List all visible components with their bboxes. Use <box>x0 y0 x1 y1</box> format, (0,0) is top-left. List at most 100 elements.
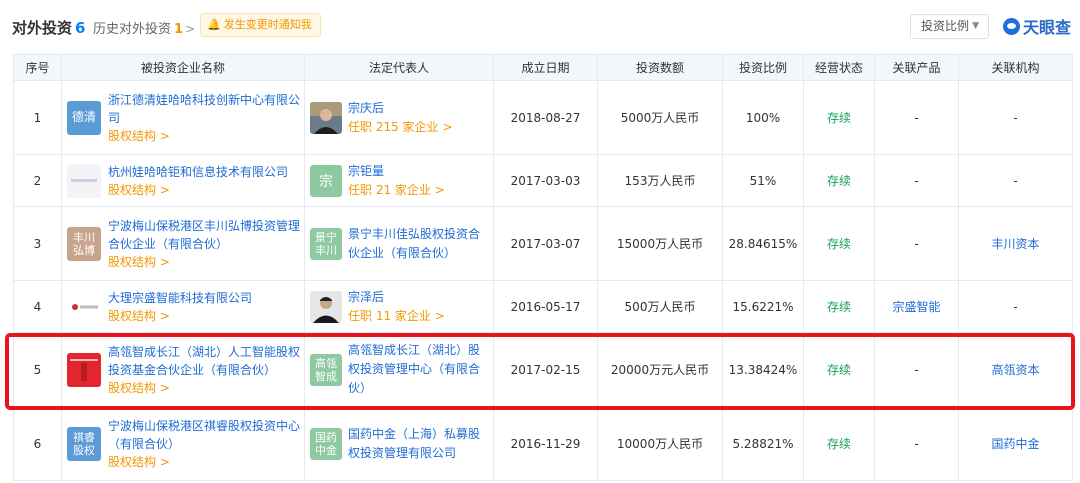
company-logo <box>67 163 101 198</box>
established-date: 2017-02-15 <box>493 332 598 407</box>
avatar <box>310 290 342 323</box>
company-cell: 丰川弘博 宁波梅山保税港区丰川弘博投资管理合伙企业（有限合伙） 股权结构 > <box>61 206 305 281</box>
legal-rep-name-link[interactable]: 高瓴智成长江（湖北）股权投资管理中心（有限合伙） <box>348 341 489 398</box>
table-header-row: 序号 被投资企业名称 法定代表人 成立日期 投资数额 投资比例 经营状态 关联产… <box>13 54 1073 81</box>
investment-amount: 20000万元人民币 <box>597 332 723 407</box>
investment-ratio: 51% <box>722 154 804 207</box>
chevron-right-icon: > <box>185 22 196 36</box>
col-header-index: 序号 <box>13 54 62 81</box>
status-badge: 存续 <box>803 332 875 407</box>
established-date: 2016-11-29 <box>493 406 598 481</box>
investment-amount: 5000万人民币 <box>597 80 723 155</box>
table-row: 4 大理宗盛智能科技有限公司 股权结构 > 宗泽后 任职 11 家企业 > 20… <box>13 280 1073 333</box>
company-name-link[interactable]: 浙江德清娃哈哈科技创新中心有限公司 <box>108 91 300 127</box>
status-badge: 存续 <box>803 80 875 155</box>
established-date: 2017-03-07 <box>493 206 598 281</box>
company-name-link[interactable]: 大理宗盛智能科技有限公司 <box>108 289 300 307</box>
legal-rep-cell: 景宁丰川 景宁丰川佳弘股权投资合伙企业（有限合伙） <box>304 206 494 281</box>
investment-table: 序号 被投资企业名称 法定代表人 成立日期 投资数额 投资比例 经营状态 关联产… <box>13 54 1073 481</box>
related-org: - <box>958 280 1073 333</box>
investment-ratio: 15.6221% <box>722 280 804 333</box>
equity-structure-link[interactable]: 股权结构 > <box>108 253 300 271</box>
avatar: 高瓴智成 <box>310 353 342 386</box>
history-label: 历史对外投资 <box>93 22 172 37</box>
legal-rep-positions-link[interactable]: 任职 215 家企业 > <box>348 118 489 137</box>
related-org: - <box>958 80 1073 155</box>
col-header-legal-rep: 法定代表人 <box>304 54 494 81</box>
investment-amount: 500万人民币 <box>597 280 723 333</box>
established-date: 2018-08-27 <box>493 80 598 155</box>
legal-rep-positions-link[interactable]: 任职 11 家企业 > <box>348 307 489 326</box>
legal-rep-cell: 宗泽后 任职 11 家企业 > <box>304 280 494 333</box>
related-product: - <box>874 80 959 155</box>
title-text: 对外投资 <box>12 19 73 37</box>
related-product-link[interactable]: 宗盛智能 <box>874 280 959 333</box>
company-name-link[interactable]: 宁波梅山保税港区祺睿股权投资中心（有限合伙） <box>108 417 300 453</box>
status-badge: 存续 <box>803 406 875 481</box>
established-date: 2016-05-17 <box>493 280 598 333</box>
company-name-link[interactable]: 宁波梅山保税港区丰川弘博投资管理合伙企业（有限合伙） <box>108 217 300 253</box>
table-row: 1 德清 浙江德清娃哈哈科技创新中心有限公司 股权结构 > 宗庆后 任职 215… <box>13 80 1073 155</box>
title-count: 6 <box>75 19 86 37</box>
col-header-status: 经营状态 <box>803 54 875 81</box>
bell-icon: 🔔 <box>207 18 221 31</box>
legal-rep-name-link[interactable]: 宗泽后 <box>348 288 489 307</box>
notify-button[interactable]: 🔔 发生变更时通知我 <box>200 13 321 37</box>
table-row: 5 高瓴智成长江（湖北）人工智能股权投资基金合伙企业（有限合伙） 股权结构 > … <box>13 332 1073 407</box>
company-cell: 德清 浙江德清娃哈哈科技创新中心有限公司 股权结构 > <box>61 80 305 155</box>
related-org-link[interactable]: 丰川资本 <box>958 206 1073 281</box>
legal-rep-positions-link[interactable]: 任职 21 家企业 > <box>348 181 489 200</box>
col-header-ratio: 投资比例 <box>722 54 804 81</box>
investment-ratio: 5.28821% <box>722 406 804 481</box>
legal-rep-name-link[interactable]: 宗钜量 <box>348 162 489 181</box>
history-investment-link[interactable]: 历史对外投资 1 > <box>93 18 195 37</box>
equity-structure-link[interactable]: 股权结构 > <box>108 307 300 325</box>
legal-rep-cell: 高瓴智成 高瓴智成长江（湖北）股权投资管理中心（有限合伙） <box>304 332 494 407</box>
avatar <box>310 101 342 134</box>
company-cell: 大理宗盛智能科技有限公司 股权结构 > <box>61 280 305 333</box>
related-product: - <box>874 332 959 407</box>
caret-down-icon: ▼ <box>972 21 979 31</box>
company-logo: 德清 <box>67 100 101 135</box>
ratio-sort-select[interactable]: 投资比例 ▼ <box>910 14 989 39</box>
company-cell: 高瓴智成长江（湖北）人工智能股权投资基金合伙企业（有限合伙） 股权结构 > <box>61 332 305 407</box>
investment-ratio: 28.84615% <box>722 206 804 281</box>
related-product: - <box>874 206 959 281</box>
notify-label: 发生变更时通知我 <box>223 18 312 31</box>
equity-structure-link[interactable]: 股权结构 > <box>108 181 300 199</box>
row-index: 1 <box>13 80 62 155</box>
legal-rep-cell: 国药中金 国药中金（上海）私募股权投资管理有限公司 <box>304 406 494 481</box>
status-badge: 存续 <box>803 280 875 333</box>
equity-structure-link[interactable]: 股权结构 > <box>108 453 300 471</box>
related-org-link[interactable]: 高瓴资本 <box>958 332 1073 407</box>
history-count: 1 <box>174 22 184 37</box>
legal-rep-name-link[interactable]: 景宁丰川佳弘股权投资合伙企业（有限合伙） <box>348 225 489 263</box>
row-index: 6 <box>13 406 62 481</box>
section-title: 对外投资 6 <box>12 17 85 38</box>
company-logo <box>67 352 101 387</box>
related-org-link[interactable]: 国药中金 <box>958 406 1073 481</box>
table-row: 2 杭州娃哈哈钜和信息技术有限公司 股权结构 > 宗 宗钜量 任职 21 家企业… <box>13 154 1073 207</box>
company-name-link[interactable]: 杭州娃哈哈钜和信息技术有限公司 <box>108 163 300 181</box>
company-logo <box>67 289 101 324</box>
col-header-date: 成立日期 <box>493 54 598 81</box>
status-badge: 存续 <box>803 154 875 207</box>
row-index: 4 <box>13 280 62 333</box>
company-cell: 祺睿股权 宁波梅山保税港区祺睿股权投资中心（有限合伙） 股权结构 > <box>61 406 305 481</box>
legal-rep-name-link[interactable]: 宗庆后 <box>348 99 489 118</box>
related-org: - <box>958 154 1073 207</box>
equity-structure-link[interactable]: 股权结构 > <box>108 379 300 397</box>
investment-amount: 10000万人民币 <box>597 406 723 481</box>
company-name-link[interactable]: 高瓴智成长江（湖北）人工智能股权投资基金合伙企业（有限合伙） <box>108 343 300 379</box>
company-logo: 丰川弘博 <box>67 226 101 261</box>
avatar: 景宁丰川 <box>310 227 342 260</box>
tianyancha-logo: 天眼查 <box>1003 14 1071 38</box>
ratio-select-value: 投资比例 <box>921 19 970 33</box>
related-product: - <box>874 406 959 481</box>
equity-structure-link[interactable]: 股权结构 > <box>108 127 300 145</box>
legal-rep-name-link[interactable]: 国药中金（上海）私募股权投资管理有限公司 <box>348 425 489 463</box>
col-header-company: 被投资企业名称 <box>61 54 305 81</box>
row-index: 2 <box>13 154 62 207</box>
legal-rep-cell: 宗庆后 任职 215 家企业 > <box>304 80 494 155</box>
col-header-product: 关联产品 <box>874 54 959 81</box>
